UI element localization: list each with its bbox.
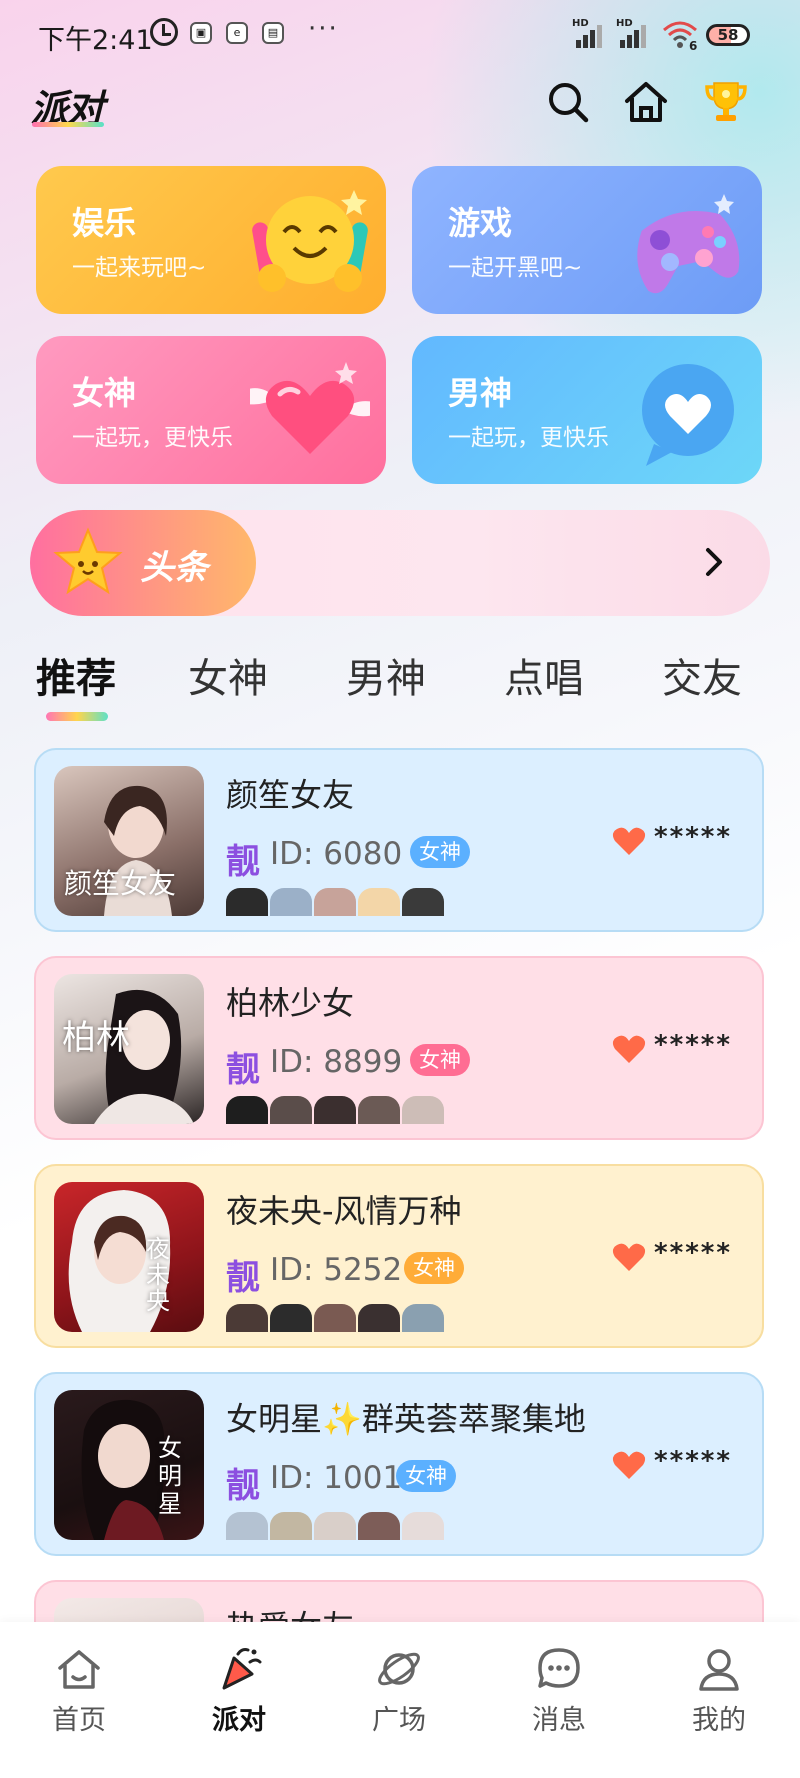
heart-icon	[612, 827, 646, 855]
room-popularity: *****	[654, 1238, 732, 1268]
nav-party[interactable]: 派对	[184, 1644, 294, 1754]
card-subtitle: 一起玩，更快乐	[72, 425, 233, 451]
room-cover-image: 柏林	[54, 974, 204, 1124]
room-id: ID: 6080	[270, 836, 403, 872]
message-icon	[538, 1648, 580, 1688]
chat-heart-icon	[642, 364, 734, 466]
alarm-icon	[150, 18, 178, 46]
pretty-id-mark: 靓	[226, 1258, 260, 1298]
card-title: 女神	[72, 374, 137, 412]
room-id: ID: 1001	[270, 1460, 403, 1496]
heart-icon	[612, 1451, 646, 1479]
heart-icon	[612, 1035, 646, 1063]
card-title: 男神	[448, 374, 513, 412]
room-tag-badge: 女神	[410, 836, 470, 868]
room-name: 夜未央-风情万种	[226, 1192, 462, 1230]
nav-label: 我的	[692, 1705, 746, 1736]
winged-heart-icon	[250, 362, 370, 454]
nav-messages[interactable]: 消息	[504, 1644, 614, 1754]
pretty-id-mark: 靓	[226, 842, 260, 882]
room-cover-image: 夜未央	[54, 1182, 204, 1332]
tab-indicator	[46, 712, 108, 721]
pretty-id-mark: 靓	[226, 1050, 260, 1090]
room-tag-badge: 女神	[396, 1460, 456, 1492]
gamepad-icon	[637, 194, 740, 294]
card-title: 游戏	[448, 204, 513, 242]
room-popularity: *****	[654, 1030, 732, 1060]
category-card-god[interactable]: 男神 一起玩，更快乐	[412, 336, 762, 484]
tab-friends[interactable]: 交友	[662, 646, 742, 704]
room-name: 颜笙女友	[226, 776, 355, 814]
room-card[interactable]: 夜未央 夜未央-风情万种 靓 ID: 5252 女神 *****	[34, 1164, 764, 1348]
category-card-game[interactable]: 游戏 一起开黑吧~	[412, 166, 762, 314]
home-icon	[58, 1650, 100, 1689]
heart-icon	[612, 1243, 646, 1271]
category-card-goddess[interactable]: 女神 一起玩，更快乐	[36, 336, 386, 484]
bottom-navigation: 首页 派对 广场 消息 我的	[0, 1622, 800, 1778]
svg-text:6: 6	[689, 39, 697, 50]
room-name: 柏林少女	[226, 984, 355, 1022]
profile-icon	[699, 1649, 739, 1691]
home-icon[interactable]	[622, 78, 670, 126]
room-card[interactable]: 颜笙女友 颜笙女友 靓 ID: 6080 女神 *****	[34, 748, 764, 932]
nav-profile[interactable]: 我的	[664, 1644, 774, 1754]
status-time: 下午2:41	[38, 25, 153, 56]
room-popularity: *****	[654, 1446, 732, 1476]
nav-label: 派对	[212, 1705, 266, 1736]
search-icon[interactable]	[544, 78, 592, 126]
room-tag-badge: 女神	[410, 1044, 470, 1076]
card-subtitle: 一起玩，更快乐	[448, 425, 609, 451]
headline-label: 头条	[140, 548, 208, 588]
room-cover-image: 颜笙女友	[54, 766, 204, 916]
room-id: ID: 5252	[270, 1252, 403, 1288]
room-card[interactable]: 女明星 女明星✨群英荟萃聚集地 靓 ID: 1001 女神 *****	[34, 1372, 764, 1556]
chevron-right-icon[interactable]	[698, 544, 730, 580]
tab-recommend[interactable]: 推荐	[36, 646, 116, 704]
category-tabs: 推荐 女神 男神 点唱 交友	[0, 646, 800, 726]
battery-indicator: 58	[706, 24, 750, 46]
card-subtitle: 一起开黑吧~	[448, 255, 583, 281]
room-cover-image: 女明星	[54, 1390, 204, 1540]
nav-label: 消息	[532, 1705, 586, 1736]
app-notification-icon: ▣	[190, 22, 212, 44]
star-icon	[53, 527, 123, 595]
nav-home[interactable]: 首页	[24, 1644, 134, 1754]
room-card[interactable]: 柏林 柏林少女 靓 ID: 8899 女神 *****	[34, 956, 764, 1140]
app-notification-icon: e	[226, 22, 248, 44]
planet-icon	[378, 1652, 420, 1686]
nav-label: 广场	[372, 1705, 426, 1736]
app-notification-icon: ▤	[262, 22, 284, 44]
headline-banner[interactable]: 头条	[30, 510, 770, 616]
party-icon	[222, 1648, 262, 1690]
pretty-id-mark: 靓	[226, 1466, 260, 1506]
more-notifications-icon: ···	[308, 14, 339, 44]
trophy-icon[interactable]	[702, 78, 750, 126]
signal-icon: HD	[616, 18, 650, 48]
room-tag-badge: 女神	[404, 1252, 464, 1284]
status-bar: 下午2:41 ▣ e ▤ ··· HD HD 6 58	[0, 0, 800, 72]
room-name: 女明星✨群英荟萃聚集地	[226, 1400, 586, 1438]
room-popularity: *****	[654, 822, 732, 852]
nav-square[interactable]: 广场	[344, 1644, 454, 1754]
room-id: ID: 8899	[270, 1044, 403, 1080]
tab-sing[interactable]: 点唱	[504, 646, 584, 704]
logo-underline	[32, 122, 104, 127]
category-card-entertainment[interactable]: 娱乐 一起来玩吧~	[36, 166, 386, 314]
tab-goddess[interactable]: 女神	[188, 646, 268, 704]
card-title: 娱乐	[72, 204, 137, 242]
wifi-icon: 6	[662, 18, 698, 53]
card-subtitle: 一起来玩吧~	[72, 255, 207, 281]
laughing-emoji-icon	[252, 190, 368, 292]
nav-label: 首页	[52, 1705, 106, 1736]
tab-god[interactable]: 男神	[346, 646, 426, 704]
signal-icon: HD	[572, 18, 606, 48]
